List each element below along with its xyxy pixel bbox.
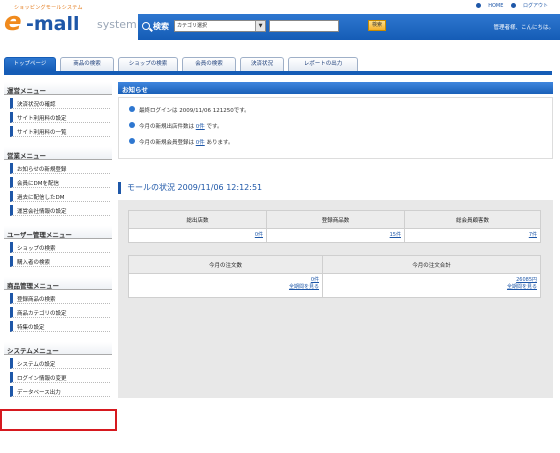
sidebar-item-payment-status[interactable]: 決済状況の確認: [10, 98, 110, 109]
tab-divider: [4, 71, 552, 75]
notice-line: 今月の新規出店件数は 0件 です。: [129, 122, 542, 138]
bullet-icon: [129, 122, 135, 128]
menu-heading: 運営メニュー: [4, 82, 112, 95]
menu-group-sales: 営業メニュー お知らせの新規登録 会員にDMを配信 過去に配信したDM 運営会社…: [4, 147, 112, 224]
menu-group-users: ユーザー管理メニュー ショップの検索 購入者の検索: [4, 226, 112, 275]
sidebar-item-product-categories[interactable]: 商品カテゴリの設定: [10, 307, 110, 318]
menu-group-products: 商品管理メニュー 登録商品の検索 商品カテゴリの設定 特集の設定: [4, 277, 112, 340]
home-link[interactable]: HOME: [476, 3, 503, 9]
main-content: お知らせ 最終ログインは 2009/11/06 121250です。 今月の新規出…: [118, 82, 553, 398]
sidebar-item-site-fee-settings[interactable]: サイト利用料の設定: [10, 112, 110, 123]
notice-box: 最終ログインは 2009/11/06 121250です。 今月の新規出店件数は …: [118, 97, 553, 159]
header-total-members: 総会員顧客数: [404, 210, 541, 229]
notice-line: 今月の新規会員登録は 0件 あります。: [129, 138, 542, 154]
header-total-shops: 総出店数: [128, 210, 267, 229]
search-button[interactable]: 検索: [368, 20, 386, 31]
notice-title: お知らせ: [118, 82, 553, 94]
menu-heading: 営業メニュー: [4, 147, 112, 160]
sidebar-item-shop-search[interactable]: ショップの検索: [10, 242, 110, 253]
sidebar: 運営メニュー 決済状況の確認 サイト利用料の設定 サイト利用料の一覧 営業メニュ…: [4, 82, 112, 405]
logout-icon: [510, 3, 516, 8]
value-registered-products: 15件: [266, 228, 405, 243]
menu-group-system: システムメニュー システムの設定 ログイン情報の変更 データベース出力: [4, 342, 112, 405]
category-select[interactable]: カテゴリ選択 ▼: [174, 20, 266, 32]
logo-subtitle: ショッピングモールシステム: [14, 5, 83, 11]
logout-link[interactable]: ログアウト: [510, 3, 548, 9]
sidebar-item-new-notice[interactable]: お知らせの新規登録: [10, 163, 110, 174]
tab-shop-search[interactable]: ショップの検索: [118, 57, 178, 71]
value-total-shops: 0件: [128, 228, 267, 243]
logo-e: e: [4, 7, 22, 37]
monthly-orders-link[interactable]: 0件: [132, 276, 319, 283]
tab-member-search[interactable]: 会員の検索: [182, 57, 236, 71]
top-links: HOME ログアウト: [470, 2, 548, 9]
search-bar: 検索 カテゴリ選択 ▼ 検索 管理者様、こんにちは。: [138, 14, 560, 40]
tab-report-output[interactable]: レポートの出力: [288, 57, 358, 71]
header-registered-products: 登録商品数: [266, 210, 405, 229]
stats-table-monthly: 今月の注文数 今月の注文合計 0件 全期間を見る 26085円 全期間を見る: [128, 255, 541, 298]
sidebar-item-buyer-search[interactable]: 購入者の検索: [10, 256, 110, 267]
sidebar-item-login-info[interactable]: ログイン情報の変更: [10, 372, 110, 383]
header: ショッピングモールシステム e -mall system HOME ログアウト …: [0, 0, 560, 44]
menu-heading: システムメニュー: [4, 342, 112, 355]
mall-status-panel: 総出店数 登録商品数 総会員顧客数 0件 15件 7件 今月の注文数 今月の注文…: [118, 200, 553, 398]
logo[interactable]: ショッピングモールシステム e -mall system: [2, 2, 137, 42]
view-all-orders-link[interactable]: 全期間を見る: [132, 283, 319, 290]
value-monthly-total: 26085円 全期間を見る: [322, 273, 541, 298]
new-shops-link[interactable]: 0件: [196, 124, 205, 130]
highlight-box: [0, 409, 117, 431]
sidebar-item-send-dm[interactable]: 会員にDMを配信: [10, 177, 110, 188]
search-label: 検索: [153, 22, 169, 31]
stats-table-totals: 総出店数 登録商品数 総会員顧客数 0件 15件 7件: [128, 210, 541, 243]
notice-line: 最終ログインは 2009/11/06 121250です。: [129, 106, 542, 122]
sidebar-item-database-export[interactable]: データベース出力: [10, 386, 110, 397]
mall-status-title: モールの状況 2009/11/06 12:12:51: [118, 182, 262, 194]
value-total-members: 7件: [404, 228, 541, 243]
menu-heading: ユーザー管理メニュー: [4, 226, 112, 239]
tab-payment-status[interactable]: 決済状況: [240, 57, 284, 71]
bullet-icon: [129, 138, 135, 144]
sidebar-item-features[interactable]: 特集の設定: [10, 321, 110, 332]
new-members-link[interactable]: 0件: [196, 140, 205, 146]
logo-mall: -mall: [26, 13, 80, 35]
chevron-down-icon: ▼: [255, 21, 265, 31]
search-icon: [142, 22, 150, 30]
tab-top-page[interactable]: トップページ: [4, 57, 56, 71]
menu-heading: 商品管理メニュー: [4, 277, 112, 290]
sidebar-item-registered-products[interactable]: 登録商品の検索: [10, 293, 110, 304]
value-monthly-orders: 0件 全期間を見る: [128, 273, 323, 298]
sidebar-item-past-dm[interactable]: 過去に配信したDM: [10, 191, 110, 202]
sidebar-item-system-settings[interactable]: システムの設定: [10, 358, 110, 369]
header-monthly-total: 今月の注文合計: [322, 255, 541, 274]
registered-products-link[interactable]: 15件: [270, 231, 401, 238]
monthly-total-link[interactable]: 26085円: [326, 276, 537, 283]
search-input[interactable]: [269, 20, 339, 32]
sidebar-item-company-info[interactable]: 運営会社情報の設定: [10, 205, 110, 216]
greeting: 管理者様、こんにちは。: [493, 25, 554, 31]
tab-product-search[interactable]: 商品の検索: [60, 57, 114, 71]
total-members-link[interactable]: 7件: [408, 231, 537, 238]
view-all-total-link[interactable]: 全期間を見る: [326, 283, 537, 290]
logo-system: system: [97, 18, 137, 31]
home-icon: [476, 3, 482, 8]
sidebar-item-site-fee-list[interactable]: サイト利用料の一覧: [10, 126, 110, 137]
header-monthly-orders: 今月の注文数: [128, 255, 323, 274]
total-shops-link[interactable]: 0件: [132, 231, 263, 238]
menu-group-operations: 運営メニュー 決済状況の確認 サイト利用料の設定 サイト利用料の一覧: [4, 82, 112, 145]
bullet-icon: [129, 106, 135, 112]
